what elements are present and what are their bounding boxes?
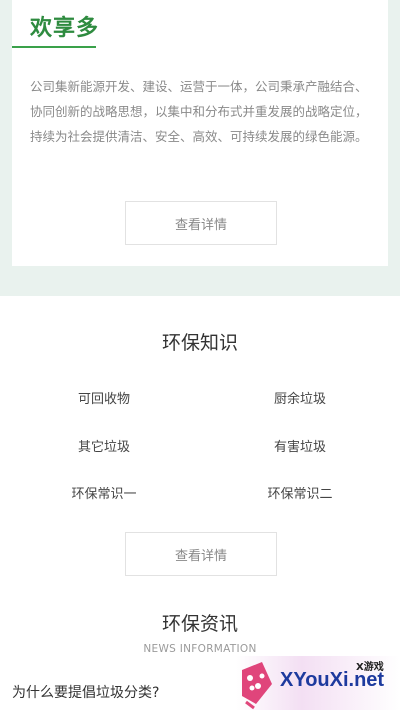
watermark: X游戏 XYouXi.net (236, 656, 400, 710)
watermark-brand-text: XYouXi.net (280, 669, 385, 691)
knowledge-item-recyclable[interactable]: 可回收物 (44, 388, 164, 407)
knowledge-item-common-sense-1[interactable]: 环保常识一 (44, 483, 164, 502)
news-list-item[interactable]: 为什么要提倡垃圾分类? (12, 682, 159, 702)
news-title: 环保资讯 (161, 613, 238, 635)
about-details-button[interactable]: 查看详情 (125, 201, 277, 245)
knowledge-item-common-sense-2[interactable]: 环保常识二 (240, 483, 360, 502)
knowledge-details-button[interactable]: 查看详情 (125, 532, 277, 576)
brand-underline (12, 46, 96, 48)
knowledge-item-hazardous-waste[interactable]: 有害垃圾 (240, 436, 360, 455)
news-subtitle: NEWS INFORMATION (143, 643, 257, 655)
brand-title: 欢享多 (30, 16, 100, 41)
game-controller-icon (242, 662, 272, 710)
content-section: 环保知识 可回收物 厨余垃圾 其它垃圾 有害垃圾 环保常识一 环保常识二 查看详… (0, 296, 400, 710)
knowledge-item-kitchen-waste[interactable]: 厨余垃圾 (240, 388, 360, 407)
knowledge-item-other-waste[interactable]: 其它垃圾 (44, 436, 164, 455)
knowledge-title: 环保知识 (161, 332, 238, 354)
about-paragraph: 公司集新能源开发、建设、运营于一体，公司秉承产融结合、协同创新的战略思想，以集中… (30, 79, 368, 144)
